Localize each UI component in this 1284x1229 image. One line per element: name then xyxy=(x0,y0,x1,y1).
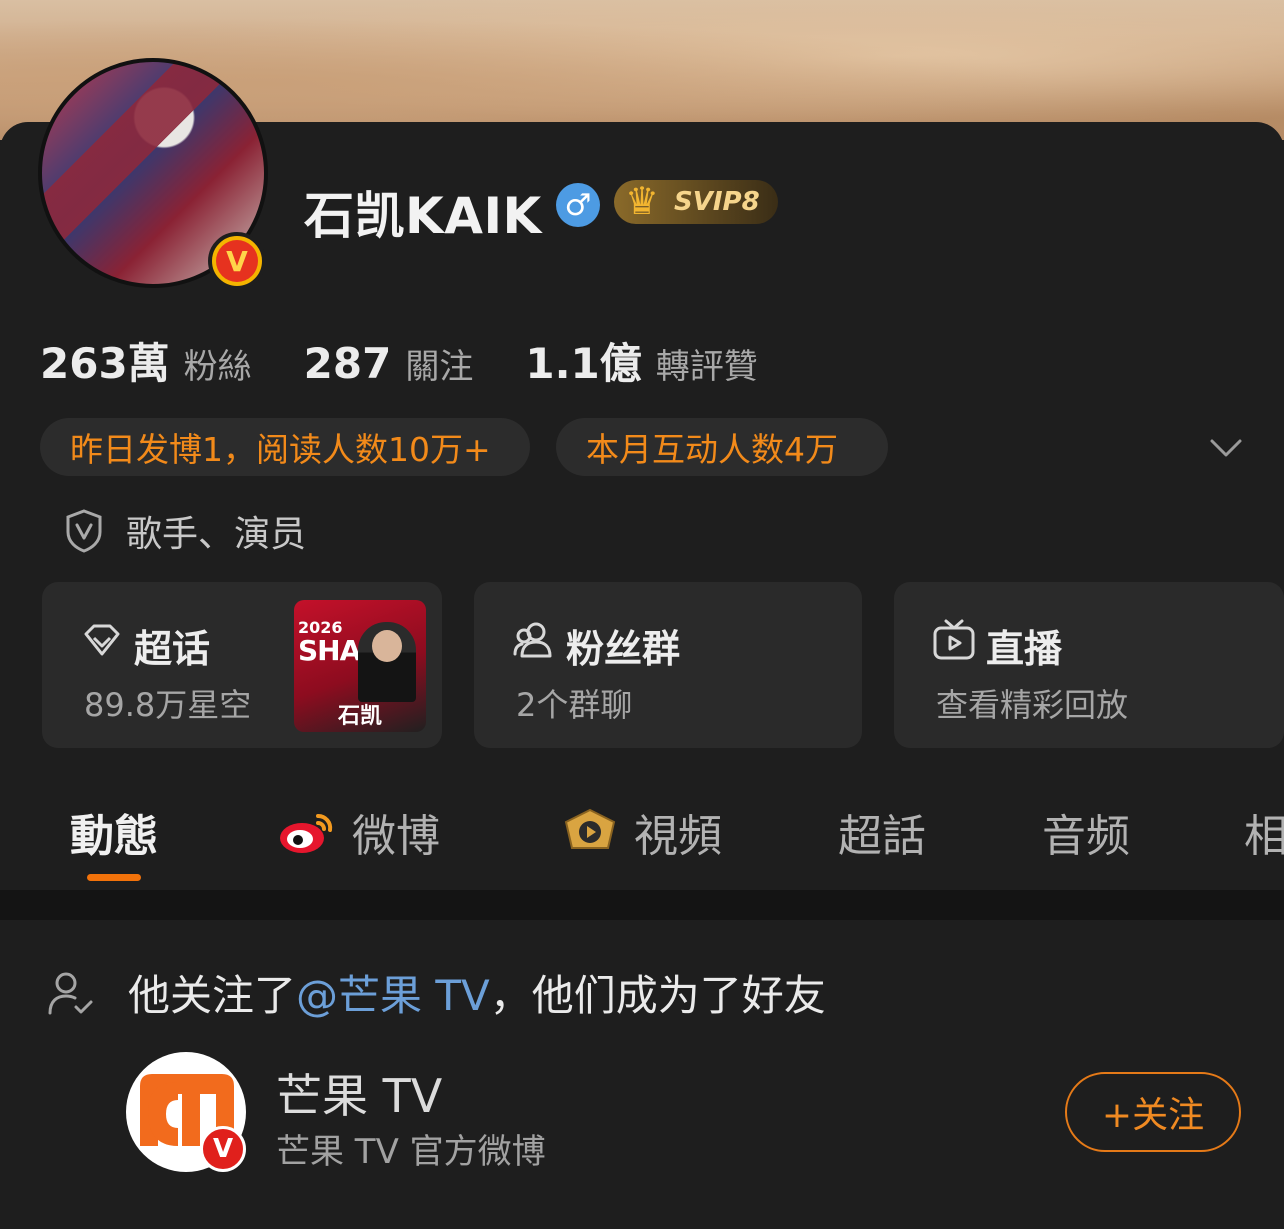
identity-tags-text: 歌手、演员 xyxy=(126,514,307,555)
tv-icon xyxy=(933,619,975,660)
diamond-icon xyxy=(84,624,120,656)
active-tab-indicator xyxy=(87,874,141,881)
feature-supertopic[interactable]: 超话 89.8万星空 2026 SHAI 石凯 xyxy=(42,582,442,748)
activity-mention-link[interactable]: @芒果 TV xyxy=(296,971,490,1020)
poster-name: 石凯 xyxy=(338,704,383,729)
suggested-account-name[interactable]: 芒果 TV xyxy=(276,1060,442,1126)
tab-dynamics[interactable]: 動態 xyxy=(70,800,158,864)
gender-male-icon: ♂ xyxy=(556,183,600,227)
tab-video[interactable]: 視頻 xyxy=(558,800,722,864)
interactions-count[interactable]: 1.1億 xyxy=(525,330,641,391)
feature-supertopic-sub: 89.8万星空 xyxy=(84,686,252,724)
feature-fangroup-title: 粉丝群 xyxy=(566,627,681,671)
group-icon xyxy=(513,622,552,658)
interactions-label[interactable]: 轉評贊 xyxy=(656,339,758,388)
identity-tags: 歌手、演员 xyxy=(64,505,306,557)
tab-weibo-label: 微博 xyxy=(352,811,440,862)
activity-row: 他关注了@芒果 TV，他们成为了好友 xyxy=(46,962,826,1023)
follow-button[interactable]: +关注 xyxy=(1065,1072,1241,1152)
feature-fangroup[interactable]: 粉丝群 2个群聊 xyxy=(474,582,862,748)
verified-badge: V xyxy=(208,232,266,290)
verified-v: V xyxy=(216,240,258,282)
mango-verified-badge: V xyxy=(200,1126,246,1172)
following-label[interactable]: 關注 xyxy=(405,339,473,388)
tab-weibo[interactable]: 微博 xyxy=(278,800,440,864)
tab-audio-label: 音频 xyxy=(1042,811,1130,862)
monthly-interaction-pill[interactable]: 本月互动人数4万 xyxy=(556,418,888,476)
crown-icon: ♛ xyxy=(624,179,660,223)
tab-supertopic-label: 超話 xyxy=(838,811,926,862)
feature-live-sub: 查看精彩回放 xyxy=(936,686,1129,724)
user-check-icon xyxy=(48,972,93,1014)
fans-label[interactable]: 粉絲 xyxy=(184,339,252,388)
poster-face xyxy=(372,630,402,662)
profile-tabs: 動態 微博 視頻 超話 音频 相 xyxy=(0,790,1284,890)
supertopic-poster[interactable]: 2026 SHAI 石凯 xyxy=(294,600,426,732)
activity-prefix: 他关注了 xyxy=(128,971,297,1020)
yesterday-post-pill[interactable]: 昨日发博1，阅读人数10万+ xyxy=(40,418,530,476)
fans-count[interactable]: 263萬 xyxy=(40,330,170,391)
activity-suffix: ，他们成为了好友 xyxy=(489,971,826,1020)
following-count[interactable]: 287 xyxy=(304,339,392,388)
stats-row: 263萬 粉絲 287 關注 1.1億 轉評贊 xyxy=(40,330,810,391)
feature-fangroup-sub: 2个群聊 xyxy=(516,686,633,724)
chevron-down-icon[interactable] xyxy=(1206,428,1246,468)
activity-text: 他关注了@芒果 TV，他们成为了好友 xyxy=(128,962,826,1023)
feature-live-title: 直播 xyxy=(986,627,1063,671)
tab-supertopic[interactable]: 超話 xyxy=(838,800,926,864)
suggested-account-desc: 芒果 TV 官方微博 xyxy=(276,1132,546,1172)
tab-dynamics-label: 動態 xyxy=(70,811,158,862)
shield-v-icon xyxy=(66,509,102,553)
section-divider xyxy=(0,890,1284,920)
video-badge-icon xyxy=(564,808,616,849)
tab-photos[interactable]: 相 xyxy=(1244,800,1284,864)
feature-supertopic-title: 超话 xyxy=(134,627,211,671)
profile-name: 石凯KAIK xyxy=(304,187,542,245)
feature-live[interactable]: 直播 查看精彩回放 xyxy=(894,582,1284,748)
weibo-logo-icon xyxy=(280,813,333,853)
tab-photos-label: 相 xyxy=(1244,811,1284,862)
tab-audio[interactable]: 音频 xyxy=(1042,800,1130,864)
tab-video-label: 視頻 xyxy=(634,811,722,862)
